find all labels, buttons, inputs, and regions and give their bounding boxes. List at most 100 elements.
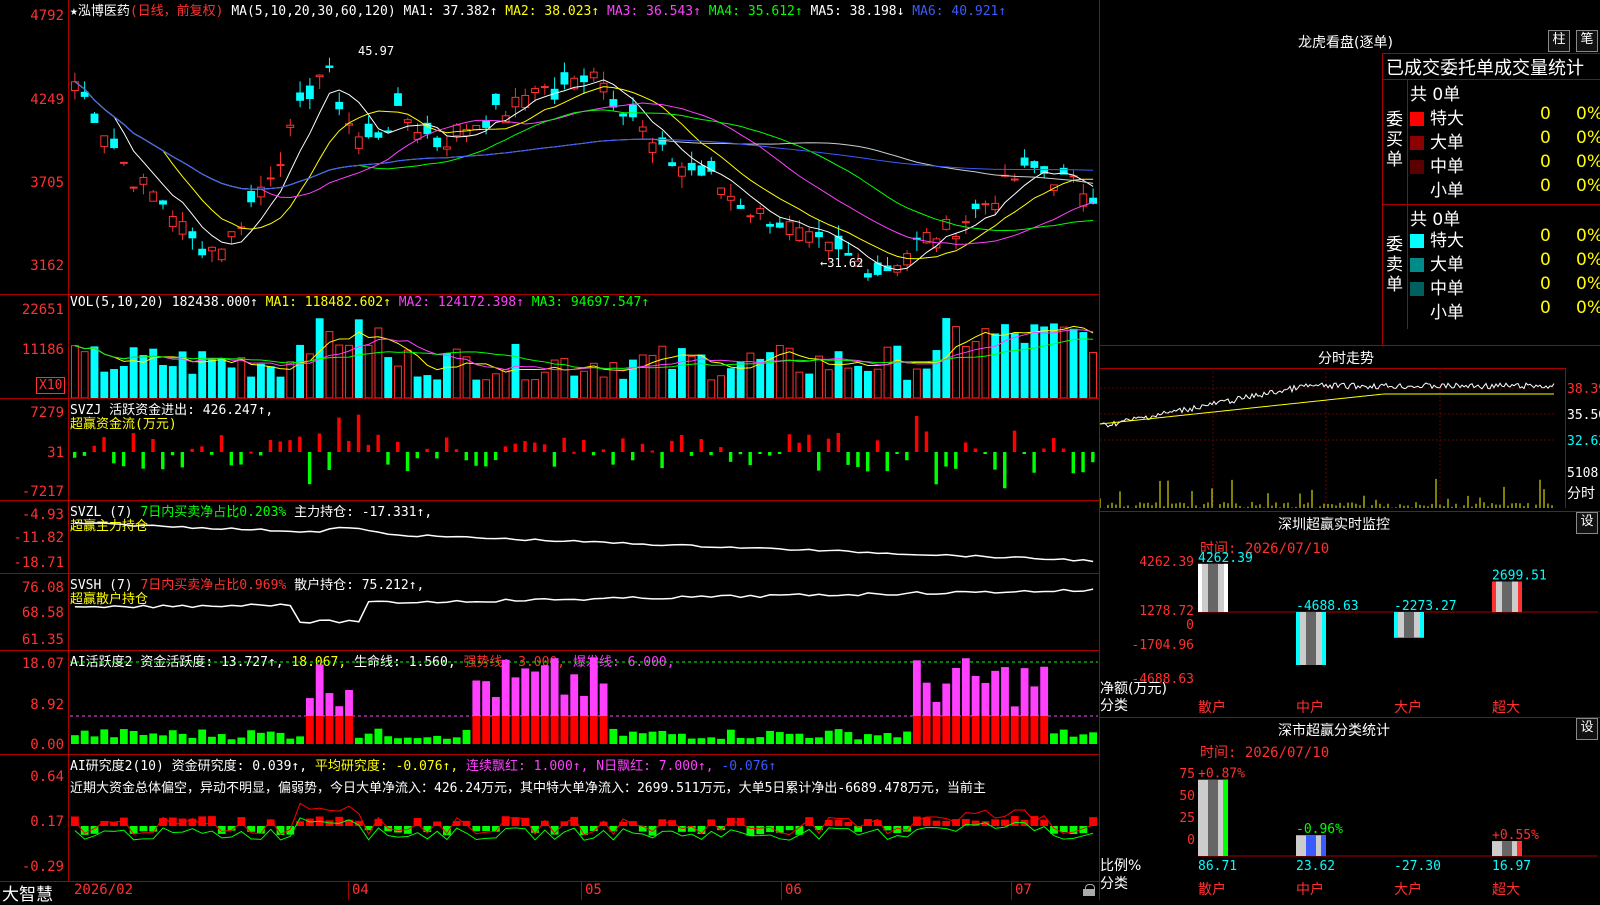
volume-bar: [345, 344, 353, 398]
fund-flow-bar: [376, 434, 380, 452]
research-bar: [844, 821, 853, 826]
bar-mode-button[interactable]: 柱: [1548, 30, 1570, 52]
fund-flow-bar: [1061, 448, 1066, 452]
volume-bar: [824, 369, 833, 398]
volume-bar: [619, 378, 628, 398]
activity-bar-top: [981, 682, 990, 716]
activity-bar-top: [315, 664, 324, 716]
fund-flow-bar: [337, 417, 341, 452]
ai2-label: AI研究度2(10): [70, 759, 164, 774]
category-label: 大户: [1394, 881, 1422, 898]
fund-flow-bar: [630, 452, 635, 461]
research-bar: [139, 826, 148, 832]
sz-monitor-chart[interactable]: 4262.39 散户 -4688.63 中户 -2273.27 大户 2699.51 超大: [1198, 532, 1598, 717]
volume-bar: [1010, 333, 1019, 398]
candle-body: [80, 91, 89, 97]
chart-mode: (日线，前复权): [129, 4, 224, 19]
intraday-panel[interactable]: 分时走势 38.39 35.50 32.62 5108 分时: [1100, 346, 1600, 511]
activity-bar-top: [932, 701, 941, 716]
candle-body: [266, 177, 275, 180]
left-chart-area[interactable]: ★泓博医药(日线，前复权) MA(5,10,20,30,60,120) MA1:…: [0, 0, 1100, 905]
svzj-bars[interactable]: [70, 402, 1098, 500]
activity-bar: [658, 730, 667, 744]
category-bar: [1296, 612, 1326, 665]
activity-bar: [766, 730, 774, 744]
candlestick-chart[interactable]: [70, 18, 1098, 296]
bar-edge: [1518, 581, 1522, 612]
volume-bar: [168, 366, 177, 398]
stat-value-label: 23.62: [1296, 859, 1335, 874]
volume-bar: [1020, 342, 1029, 398]
volume-bar: [893, 345, 902, 398]
fund-flow-bar: [660, 452, 664, 469]
volume-bar: [795, 371, 804, 398]
row-pct: 0%: [1576, 128, 1600, 148]
sz-monitor-axis: 4262.39: [1139, 555, 1194, 570]
sell-row: 中单 0 0%: [1410, 274, 1600, 299]
candle-body: [1010, 178, 1019, 181]
category-bar: [1492, 581, 1522, 612]
candle-body: [149, 191, 158, 202]
candle-body: [863, 273, 872, 278]
candle-body: [531, 88, 539, 93]
volume-bar: [217, 358, 226, 398]
volume-bar: [100, 371, 109, 398]
svzl-line[interactable]: [70, 503, 1098, 573]
volume-bar: [80, 351, 89, 398]
activity-bar-top: [570, 674, 579, 716]
date-ticks: [0, 881, 1100, 900]
activity-bar-top: [550, 658, 559, 716]
activity-bar: [276, 732, 285, 744]
fund-flow-bar: [963, 442, 968, 452]
volume-bar: [873, 368, 882, 398]
fund-flow-bar: [141, 452, 145, 469]
fund-flow-bar: [905, 452, 909, 461]
intraday-axis-label: 38.39: [1567, 382, 1600, 397]
activity-bar-base: [521, 716, 530, 744]
activity-bar-base: [531, 716, 539, 744]
volume-bar: [1001, 324, 1009, 398]
bar-value-label: 4262.39: [1198, 551, 1253, 566]
fund-flow-bar: [190, 448, 194, 452]
row-name: 特大: [1430, 109, 1464, 129]
sz-monitor-panel: 深圳超赢实时监控 设 时间: 2026/07/10 4262.39 1278.7…: [1100, 512, 1600, 717]
sz-stats-chart[interactable]: +0.87% 86.71 散户 -0.96% 23.62 中户 -27.30 大户 +0.55%…: [1198, 736, 1598, 900]
candle-body: [491, 93, 500, 106]
category-bar: [1394, 612, 1424, 638]
price-axis-label: 3705: [30, 175, 64, 191]
vol-ma3: MA3: 94697.547↑: [531, 295, 650, 310]
candle-body: [736, 204, 745, 209]
candle-body: [364, 123, 373, 138]
stat-bar-edge: [1517, 841, 1522, 856]
fund-flow-bar: [112, 452, 116, 464]
volume-bars[interactable]: [70, 310, 1098, 398]
vol-panel-header: VOL(5,10,20) 182438.000↑ MA1: 118482.602…: [70, 295, 649, 310]
candle-body: [971, 203, 980, 210]
activity-bar-base: [1030, 716, 1039, 744]
activity-bar-top: [325, 693, 334, 716]
activity-bar-top: [511, 677, 520, 716]
activity-bar: [746, 738, 755, 744]
fund-flow-bar: [72, 452, 77, 458]
volume-bar: [296, 344, 305, 398]
candle-body: [824, 241, 833, 252]
activity-bar-base: [305, 716, 314, 744]
fund-flow-bar: [611, 452, 615, 465]
svsh-line[interactable]: [70, 576, 1098, 650]
sell-row: 小单 0 0%: [1410, 298, 1600, 323]
candle-body: [286, 124, 295, 128]
ai-activity-bars[interactable]: [70, 652, 1098, 754]
activity-bar: [687, 738, 696, 744]
settings-button[interactable]: 设: [1576, 512, 1598, 534]
row-pct: 0%: [1576, 104, 1600, 124]
category-label: 散户: [1198, 699, 1226, 716]
lhb-panel: 龙虎看盘(逐单) 柱 笔 已成交委托单成交量统计 委买单 委卖单 共 0单 共 …: [1100, 0, 1600, 345]
ai-research-bars[interactable]: [70, 796, 1098, 878]
activity-bar-base: [491, 716, 500, 744]
intraday-chart[interactable]: [1100, 368, 1565, 510]
fund-flow-bar: [464, 452, 468, 461]
activity-bar: [286, 738, 295, 744]
fund-flow-bar: [748, 452, 752, 466]
tick-mode-button[interactable]: 笔: [1576, 30, 1598, 52]
activity-bar-base: [560, 716, 569, 744]
